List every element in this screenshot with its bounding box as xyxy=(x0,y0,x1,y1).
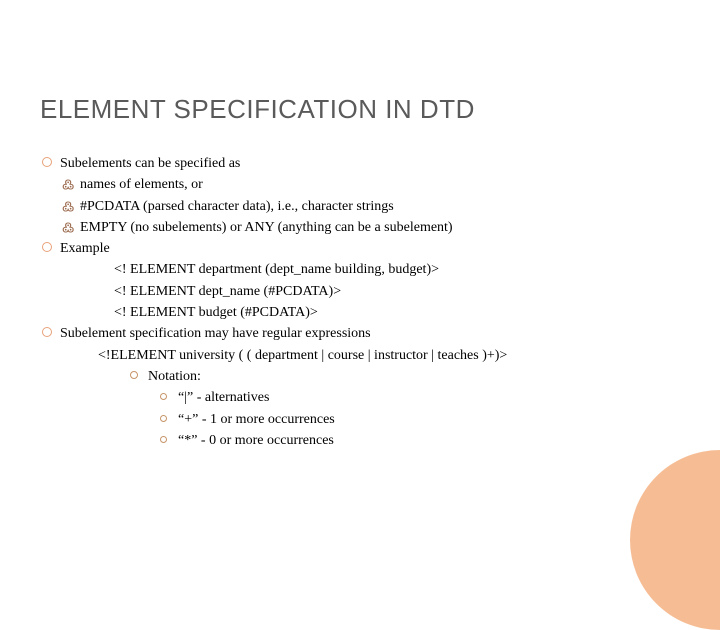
code-line: <! ELEMENT department (dept_name buildin… xyxy=(114,260,680,280)
bullet-text: Subelements can be specified as xyxy=(60,154,680,174)
circle-bullet-icon xyxy=(42,239,60,259)
tiny-circle-bullet-icon xyxy=(160,410,178,430)
bullet-text: “|” - alternatives xyxy=(178,388,680,408)
wave-bullet-icon: ߷ xyxy=(62,197,80,217)
bullet-text: Example xyxy=(60,239,680,259)
small-circle-bullet-icon xyxy=(130,367,148,387)
wave-bullet-icon: ߷ xyxy=(62,175,80,195)
code-line: <! ELEMENT dept_name (#PCDATA)> xyxy=(114,282,680,302)
bullet-text: “+” - 1 or more occurrences xyxy=(178,410,680,430)
bullet-text: Subelement specification may have regula… xyxy=(60,324,680,344)
slide-body: Subelements can be specified as ߷ names … xyxy=(42,154,680,452)
bullet-text: names of elements, or xyxy=(80,175,680,195)
bullet-text: “*” - 0 or more occurrences xyxy=(178,431,680,451)
circle-bullet-icon xyxy=(42,324,60,344)
bullet-text: #PCDATA (parsed character data), i.e., c… xyxy=(80,197,680,217)
wave-bullet-icon: ߷ xyxy=(62,218,80,238)
tiny-circle-bullet-icon xyxy=(160,388,178,408)
decorative-corner-circle xyxy=(630,450,720,630)
code-line: <! ELEMENT budget (#PCDATA)> xyxy=(114,303,680,323)
bullet-text: EMPTY (no subelements) or ANY (anything … xyxy=(80,218,680,238)
bullet-text: Notation: xyxy=(148,367,680,387)
circle-bullet-icon xyxy=(42,154,60,174)
tiny-circle-bullet-icon xyxy=(160,431,178,451)
slide-title: ELEMENT SPECIFICATION IN DTD xyxy=(40,94,475,125)
code-line: <!ELEMENT university ( ( department | co… xyxy=(98,346,680,366)
